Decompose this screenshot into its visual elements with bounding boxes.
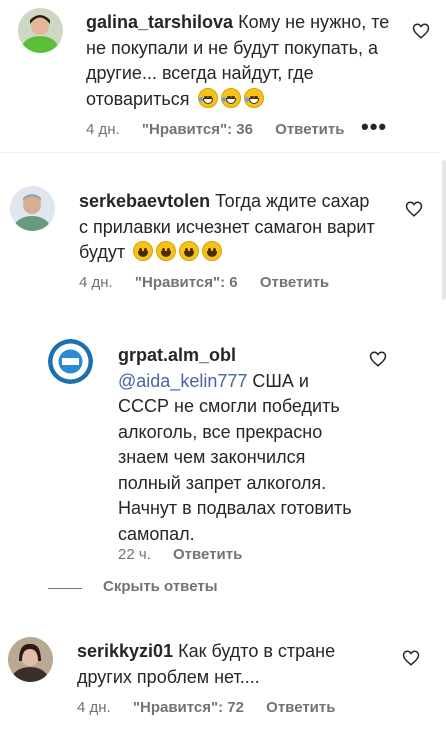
comment-meta: 4 дн. "Нравится": 72 Ответить — [77, 699, 353, 716]
heart-icon[interactable] — [402, 649, 420, 667]
comment-4: serikkyzi01 Как будто в стране других пр… — [0, 632, 446, 732]
username[interactable]: galina_tarshilova — [86, 12, 233, 32]
grinning-emoji — [202, 241, 223, 261]
reply-button[interactable]: Ответить — [173, 546, 242, 563]
avatar[interactable] — [8, 637, 53, 682]
hide-replies-line — [48, 588, 82, 589]
comment-text: grpat.alm_obl @aida_kelin777 США и СССР … — [118, 343, 353, 547]
comments-page: galina_tarshilova Кому не нужно, те не п… — [0, 0, 446, 742]
heart-icon[interactable] — [412, 22, 430, 40]
grinning-emoji — [156, 241, 177, 261]
comment-1: galina_tarshilova Кому не нужно, те не п… — [0, 0, 446, 150]
comment-meta: 4 дн. "Нравится": 36 Ответить — [86, 121, 362, 138]
reply-button[interactable]: Ответить — [275, 121, 344, 138]
comment-meta: 22 ч. Ответить — [118, 546, 260, 563]
reply-comment: grpat.alm_obl @aida_kelin777 США и СССР … — [0, 335, 446, 575]
username[interactable]: serikkyzi01 — [77, 641, 173, 661]
divider — [0, 152, 440, 153]
comment-text: serikkyzi01 Как будто в стране других пр… — [77, 639, 387, 690]
comment-2: serkebaevtolen Тогда ждите сахар с прила… — [0, 180, 446, 300]
avatar[interactable] — [10, 186, 55, 231]
heart-icon[interactable] — [405, 200, 423, 218]
avatar[interactable] — [18, 8, 63, 53]
username[interactable]: grpat.alm_obl — [118, 345, 236, 365]
comment-meta: 4 дн. "Нравится": 6 Ответить — [79, 274, 347, 291]
likes-count[interactable]: "Нравится": 36 — [142, 121, 253, 138]
mention-link[interactable]: @aida_kelin777 — [118, 371, 247, 391]
grinning-emoji — [133, 241, 154, 261]
timestamp: 4 дн. — [79, 274, 113, 291]
likes-count[interactable]: "Нравится": 6 — [135, 274, 238, 291]
avatar[interactable] — [48, 339, 93, 384]
reply-button[interactable]: Ответить — [260, 274, 329, 291]
reply-button[interactable]: Ответить — [266, 699, 335, 716]
laughing-crying-emoji — [197, 87, 218, 108]
comment-text: serkebaevtolen Тогда ждите сахар с прила… — [79, 189, 379, 266]
timestamp: 22 ч. — [118, 546, 151, 563]
username[interactable]: serkebaevtolen — [79, 191, 210, 211]
more-options-icon[interactable]: ••• — [361, 114, 387, 140]
comment-body: США и СССР не смогли победить алкоголь, … — [118, 370, 352, 544]
laughing-crying-emoji — [243, 87, 264, 108]
likes-count[interactable]: "Нравится": 72 — [133, 699, 244, 716]
comment-text: galina_tarshilova Кому не нужно, те не п… — [86, 10, 402, 112]
hide-replies-button[interactable]: Скрыть ответы — [103, 578, 218, 595]
laughing-crying-emoji — [220, 87, 241, 108]
timestamp: 4 дн. — [77, 699, 111, 716]
heart-icon[interactable] — [369, 350, 387, 368]
grinning-emoji — [179, 241, 200, 261]
timestamp: 4 дн. — [86, 121, 120, 138]
